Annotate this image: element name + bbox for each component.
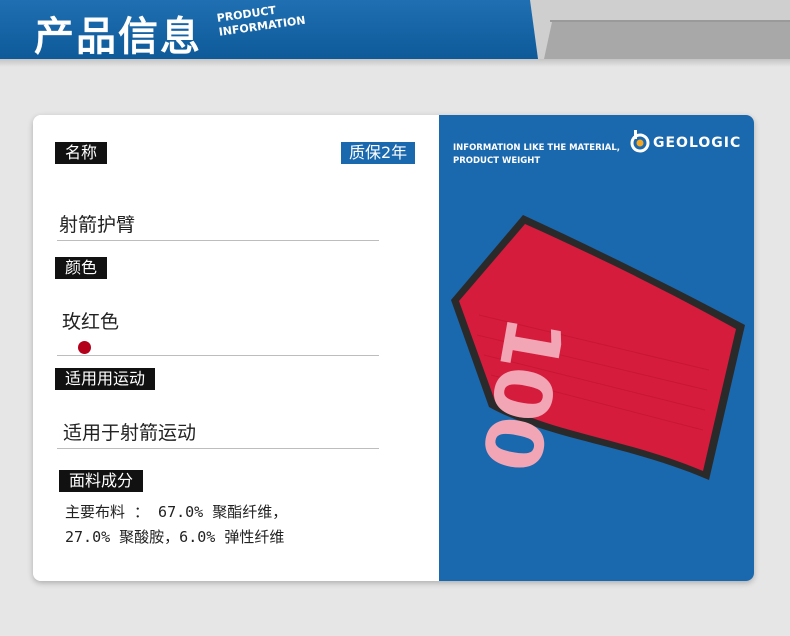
name-label: 名称 [55,142,108,164]
divider [57,448,379,449]
divider [57,240,379,241]
header-stripe [550,20,790,22]
info-caption-line-1: INFORMATION LIKE THE MATERIAL, [453,143,621,153]
warranty-badge: 质保2年 [341,142,416,164]
geologic-logo-icon [630,130,650,153]
material-label: 面料成分 [59,470,144,492]
usage-value: 适用于射箭运动 [63,422,197,444]
product-image-panel: INFORMATION LIKE THE MATERIAL, PRODUCT W… [439,115,754,581]
header-shadow [0,59,790,67]
material-line-2: 27.0% 聚酸胺，6.0% 弹性纤维 [65,528,285,546]
spec-panel: 名称 质保2年 射箭护臂 颜色 玫红色 适用用运动 适用于射箭运动 面料成分 主… [33,115,439,581]
material-line-1: 主要布料 ： 67.0% 聚酯纤维， [65,503,288,521]
arm-guard-image: 100 [451,215,745,480]
brand-name: GEOLOGIC [653,135,742,151]
divider [57,355,379,356]
name-value: 射箭护臂 [59,214,136,236]
color-value: 玫红色 [62,311,120,333]
material-description: 主要布料 ： 67.0% 聚酯纤维， 27.0% 聚酸胺，6.0% 弹性纤维 [65,500,365,550]
page-title: 产品信息 [34,14,202,60]
color-swatch [78,341,91,354]
brand-logo: GEOLOGIC [629,128,742,158]
header-decoration [530,0,790,59]
color-label: 颜色 [55,257,108,279]
info-caption: INFORMATION LIKE THE MATERIAL, PRODUCT W… [453,142,633,168]
product-info-card: 名称 质保2年 射箭护臂 颜色 玫红色 适用用运动 适用于射箭运动 面料成分 主… [33,115,754,581]
info-caption-line-2: PRODUCT WEIGHT [453,156,541,166]
header-slant-block [544,22,790,59]
usage-label: 适用用运动 [55,368,156,390]
